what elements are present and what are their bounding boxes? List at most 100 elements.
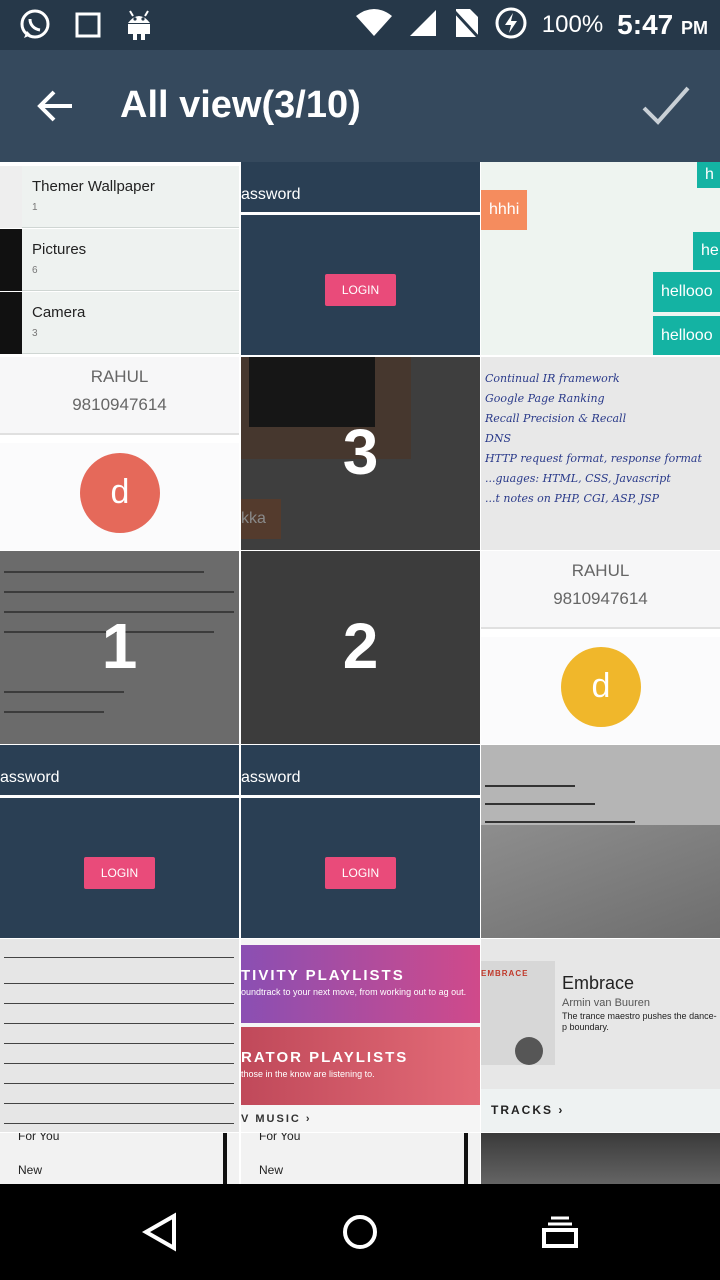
playlist-subtitle: those in the know are listening to. xyxy=(241,1069,375,1079)
playlist-title: RATOR PLAYLISTS xyxy=(241,1049,409,1066)
password-label: assword xyxy=(241,769,301,786)
doc-line xyxy=(4,957,234,958)
password-label: assword xyxy=(241,186,301,203)
section-link-label: TRACKS xyxy=(491,1103,553,1117)
status-bar: 100% 5:47 PM xyxy=(0,0,720,50)
whatsapp-icon xyxy=(18,8,52,47)
navigation-bar xyxy=(0,1184,720,1280)
doc-line xyxy=(4,1063,234,1064)
playlist-banner: RATOR PLAYLISTS those in the know are li… xyxy=(241,1027,480,1105)
clock-time: 5:47 xyxy=(617,9,674,40)
contact-card: RAHUL 9810947614 xyxy=(0,357,239,435)
divider xyxy=(241,212,480,215)
doc-line xyxy=(4,1083,234,1084)
confirm-button[interactable] xyxy=(638,78,694,134)
divider xyxy=(464,1133,468,1184)
doc-line xyxy=(4,1023,234,1024)
login-label: LOGIN xyxy=(84,857,155,889)
section-link: TRACKS › xyxy=(491,1103,565,1117)
play-icon xyxy=(515,1037,543,1065)
clock-ampm: PM xyxy=(681,18,708,38)
chat-bubble: hellooo xyxy=(653,272,720,312)
doc-line xyxy=(4,1043,234,1044)
thumbnail[interactable]: assword LOGIN xyxy=(241,162,480,355)
thumbnail[interactable]: RAHUL 9810947614 d xyxy=(481,551,720,744)
folder-thumb xyxy=(0,292,22,354)
contact-avatar-area: d xyxy=(0,443,239,550)
thumbnail-selected[interactable]: kka 3 xyxy=(241,357,480,550)
contact-avatar-area: d xyxy=(481,637,720,744)
doc-line xyxy=(4,1123,234,1124)
album-card: EMBRACE Embrace Armin van Buuren The tra… xyxy=(481,939,720,1089)
photo-grid: Themer Wallpaper 1 Pictures 6 Camera 3 a… xyxy=(0,162,720,1184)
photo xyxy=(481,1133,720,1184)
thumbnail-selected[interactable]: 1 xyxy=(0,551,239,744)
thumbnail-selected[interactable]: 2 xyxy=(241,551,480,744)
nav-back-button[interactable] xyxy=(138,1210,182,1254)
note-line: HTTP request format, response format xyxy=(485,452,702,465)
back-icon xyxy=(141,1212,176,1252)
thumbnail[interactable]: RAHUL 9810947614 d xyxy=(0,357,239,550)
folder-name: Pictures xyxy=(32,241,87,258)
folder-count: 6 xyxy=(32,265,38,276)
divider xyxy=(223,1133,227,1184)
album-description: The trance maestro pushes the dance-p bo… xyxy=(562,1011,717,1032)
charging-icon xyxy=(494,6,528,45)
note-line: Recall Precision & Recall xyxy=(485,412,627,425)
login-label: LOGIN xyxy=(325,274,396,306)
folder-item: Pictures 6 xyxy=(0,229,239,291)
contact-phone: 9810947614 xyxy=(553,589,648,608)
folder-item: Themer Wallpaper 1 xyxy=(0,166,239,228)
clock: 5:47 PM xyxy=(617,9,708,41)
note-line: DNS xyxy=(485,432,511,445)
chat-bubble: h xyxy=(697,162,720,188)
nav-home-button[interactable] xyxy=(338,1210,382,1254)
thumbnail[interactable]: assword LOGIN xyxy=(241,745,480,938)
thumbnail[interactable]: For You New xyxy=(0,1133,239,1184)
selection-number: 1 xyxy=(101,610,138,682)
thumbnail[interactable] xyxy=(481,1133,720,1184)
thumbnail[interactable]: For You New xyxy=(241,1133,480,1184)
back-button[interactable] xyxy=(30,80,82,132)
thumbnail[interactable]: EMBRACE Embrace Armin van Buuren The tra… xyxy=(481,939,720,1132)
signal-icon xyxy=(408,8,438,43)
section-link: V MUSIC › xyxy=(241,1113,312,1125)
folder-name: Themer Wallpaper xyxy=(32,178,155,195)
note-text: Continual IR framework Google Page Ranki… xyxy=(485,369,702,509)
playlist-title: TIVITY PLAYLISTS xyxy=(241,967,405,984)
contact-phone: 9810947614 xyxy=(72,395,167,414)
doc-line xyxy=(485,785,575,787)
thumbnail[interactable]: Themer Wallpaper 1 Pictures 6 Camera 3 xyxy=(0,162,239,355)
arrow-back-icon xyxy=(37,90,72,122)
doc-line xyxy=(4,983,234,984)
contact-name: RAHUL xyxy=(90,367,149,386)
menu-item-label: For You xyxy=(259,1133,301,1143)
folder-count: 3 xyxy=(32,328,38,339)
folder-thumb xyxy=(0,166,22,228)
thumbnail[interactable] xyxy=(481,745,720,938)
avatar: d xyxy=(561,647,641,727)
wifi-icon xyxy=(354,8,394,43)
album-art-label: EMBRACE xyxy=(481,969,529,978)
menu-item-label: New xyxy=(18,1163,43,1177)
thumbnail[interactable]: assword LOGIN xyxy=(0,745,239,938)
recents-icon xyxy=(542,1216,578,1248)
selection-number: 3 xyxy=(342,416,379,488)
thumbnail[interactable]: Continual IR framework Google Page Ranki… xyxy=(481,357,720,550)
note-line: ...t notes on PHP, CGI, ASP, JSP xyxy=(485,492,660,505)
contact-name: RAHUL xyxy=(571,561,630,580)
thumbnail[interactable]: h hhhi he hellooo hellooo xyxy=(481,162,720,355)
nav-recents-button[interactable] xyxy=(538,1210,582,1254)
thumbnail[interactable]: TIVITY PLAYLISTS oundtrack to your next … xyxy=(241,939,480,1132)
doc-line xyxy=(4,1003,234,1004)
selection-number: 2 xyxy=(342,610,379,682)
note-line: Continual IR framework xyxy=(485,372,620,385)
album-artist: Armin van Buuren xyxy=(562,997,651,1009)
home-icon xyxy=(343,1215,377,1249)
folder-name: Camera xyxy=(32,304,86,321)
note-line: ...guages: HTML, CSS, Javascript xyxy=(485,472,671,485)
playlist-subtitle: oundtrack to your next move, from workin… xyxy=(241,987,467,997)
battery-percent: 100% xyxy=(541,11,604,38)
menu-item-label: New xyxy=(259,1163,284,1177)
thumbnail[interactable] xyxy=(0,939,239,1132)
